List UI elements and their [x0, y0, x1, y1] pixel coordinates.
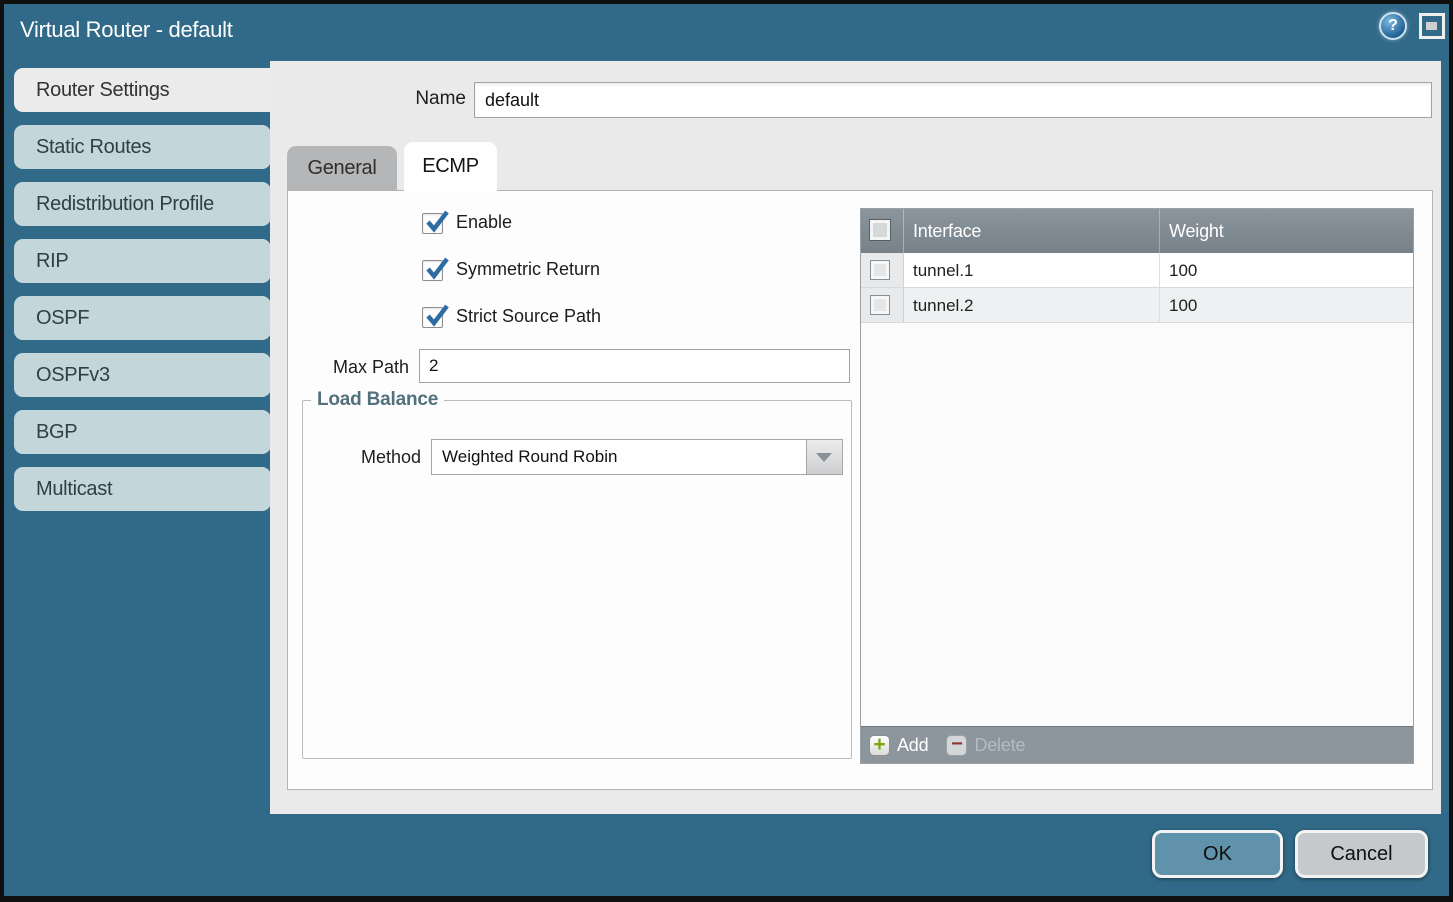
- help-icon[interactable]: ?: [1379, 12, 1407, 40]
- row-checkbox[interactable]: [870, 295, 890, 315]
- table-empty-area: [861, 323, 1413, 726]
- table-footer-toolbar: + Add − Delete: [861, 726, 1413, 763]
- strict-source-path-label: Strict Source Path: [456, 306, 601, 327]
- table-row[interactable]: tunnel.1 100: [861, 253, 1413, 288]
- sidebar-item-router-settings[interactable]: Router Settings: [14, 68, 276, 112]
- virtual-router-dialog: Virtual Router - default ? Router Settin…: [0, 0, 1453, 902]
- sidebar-item-ospf[interactable]: OSPF: [14, 296, 271, 340]
- row-checkbox[interactable]: [870, 260, 890, 280]
- checkmark-icon: [424, 255, 450, 281]
- load-balance-fieldset: Load Balance Method Weighted Round Robin: [302, 389, 852, 759]
- name-input[interactable]: [474, 82, 1432, 118]
- header-checkbox-cell: [861, 209, 904, 253]
- cancel-button[interactable]: Cancel: [1295, 830, 1428, 878]
- sidebar-item-static-routes[interactable]: Static Routes: [14, 125, 271, 169]
- minus-icon: −: [946, 735, 967, 756]
- name-label: Name: [330, 88, 466, 110]
- method-value: Weighted Round Robin: [442, 440, 617, 474]
- cell-interface[interactable]: tunnel.1: [904, 253, 1160, 287]
- dialog-title: Virtual Router - default: [20, 17, 233, 43]
- cell-weight[interactable]: 100: [1160, 288, 1413, 322]
- dropdown-arrow-button[interactable]: [806, 440, 842, 474]
- add-button[interactable]: + Add: [869, 735, 928, 756]
- delete-button-label: Delete: [974, 735, 1025, 756]
- cell-weight[interactable]: 100: [1160, 253, 1413, 287]
- sidebar-item-rip[interactable]: RIP: [14, 239, 271, 283]
- ok-button[interactable]: OK: [1152, 830, 1283, 878]
- symmetric-return-label: Symmetric Return: [456, 259, 600, 280]
- delete-button[interactable]: − Delete: [946, 735, 1025, 756]
- plus-icon: +: [869, 735, 890, 756]
- sidebar-item-bgp[interactable]: BGP: [14, 410, 271, 454]
- title-bar: Virtual Router - default ?: [4, 4, 1449, 57]
- sidebar-item-ospfv3[interactable]: OSPFv3: [14, 353, 271, 397]
- chevron-down-icon: [816, 453, 832, 462]
- cell-interface[interactable]: tunnel.2: [904, 288, 1160, 322]
- restore-window-icon[interactable]: [1419, 13, 1445, 39]
- table-header: Interface Weight: [861, 209, 1413, 253]
- main-panel: Name General ECMP Enable Symmetric Retur…: [270, 61, 1441, 814]
- tab-ecmp[interactable]: ECMP: [404, 142, 497, 192]
- add-button-label: Add: [897, 735, 928, 756]
- enable-label: Enable: [456, 212, 512, 233]
- row-checkbox-cell: [861, 253, 904, 287]
- column-header-weight: Weight: [1160, 209, 1413, 253]
- sidebar-item-multicast[interactable]: Multicast: [14, 467, 271, 511]
- max-path-label: Max Path: [288, 357, 409, 378]
- checkmark-icon: [424, 302, 450, 328]
- column-header-interface: Interface: [904, 209, 1160, 253]
- interface-table: Interface Weight tunnel.1 100 tunnel.2 1…: [860, 208, 1414, 764]
- select-all-checkbox[interactable]: [869, 219, 891, 241]
- checkmark-icon: [424, 208, 450, 234]
- method-dropdown[interactable]: Weighted Round Robin: [431, 439, 843, 475]
- sidebar-item-redistribution-profile[interactable]: Redistribution Profile: [14, 182, 271, 226]
- tab-general[interactable]: General: [287, 146, 397, 191]
- load-balance-legend: Load Balance: [311, 389, 444, 411]
- table-row[interactable]: tunnel.2 100: [861, 288, 1413, 323]
- max-path-input[interactable]: [419, 349, 850, 383]
- row-checkbox-cell: [861, 288, 904, 322]
- method-label: Method: [313, 447, 421, 468]
- restore-window-glyph: [1426, 22, 1437, 30]
- ecmp-tab-content: Enable Symmetric Return Strict Source Pa…: [287, 190, 1433, 790]
